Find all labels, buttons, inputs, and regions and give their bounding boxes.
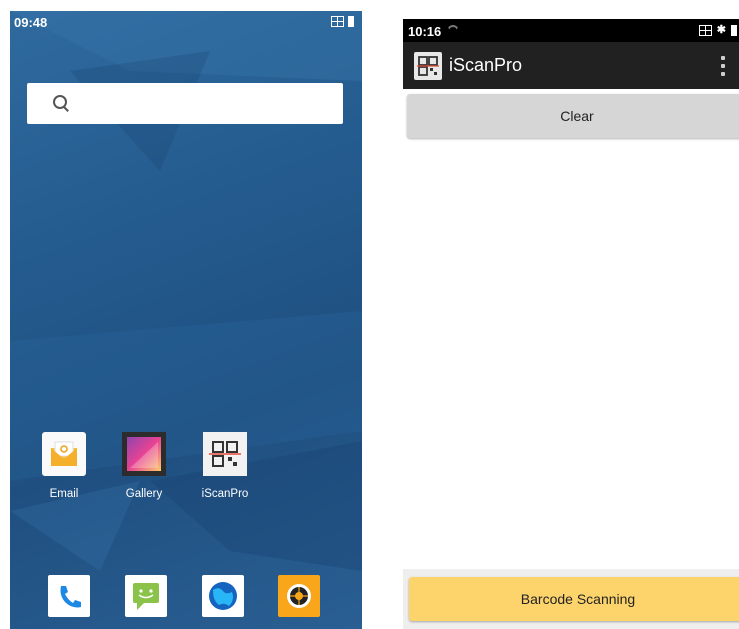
qr-code-icon [203,432,247,476]
messaging-app[interactable] [125,575,167,617]
messaging-icon [133,583,159,610]
battery-icon [731,25,737,36]
app-label: Email [49,488,79,500]
sim-card-icon [331,16,344,27]
app-label: Gallery [125,488,163,500]
status-bar: 10:16 ✱ [403,19,739,42]
iscanpro-screen: 10:16 ✱ iScanPro Clear Barcode Scanning [403,19,739,629]
camera-app[interactable] [278,575,320,617]
browser-app[interactable] [202,575,244,617]
qr-code-icon [414,52,442,80]
browser-icon [209,582,237,610]
search-icon [53,95,67,109]
search-bar[interactable] [27,83,343,124]
sim-card-icon [698,25,712,36]
app-bar: iScanPro [403,42,739,89]
phone-app[interactable] [48,575,90,617]
bluetooth-icon: ✱ [716,24,726,36]
clear-button[interactable]: Clear [407,94,739,138]
camera-icon [287,584,311,608]
app-gallery[interactable]: Gallery [109,432,179,500]
home-screen: 09:48 Email Gallery iScanPro [10,11,362,629]
status-time: 10:16 [408,24,442,39]
phone-icon [60,586,81,608]
gallery-icon [122,432,166,476]
wifi-icon [447,25,459,35]
app-iscanpro[interactable]: iScanPro [190,432,260,500]
app-label: iScanPro [201,488,249,500]
email-icon [42,432,86,476]
overflow-menu-icon[interactable] [721,56,725,80]
barcode-scanning-button[interactable]: Barcode Scanning [409,577,739,621]
status-bar: 09:48 [10,11,362,33]
status-time: 09:48 [14,15,48,30]
app-email[interactable]: Email [29,432,99,500]
battery-icon [348,16,354,27]
app-title: iScanPro [449,55,523,75]
